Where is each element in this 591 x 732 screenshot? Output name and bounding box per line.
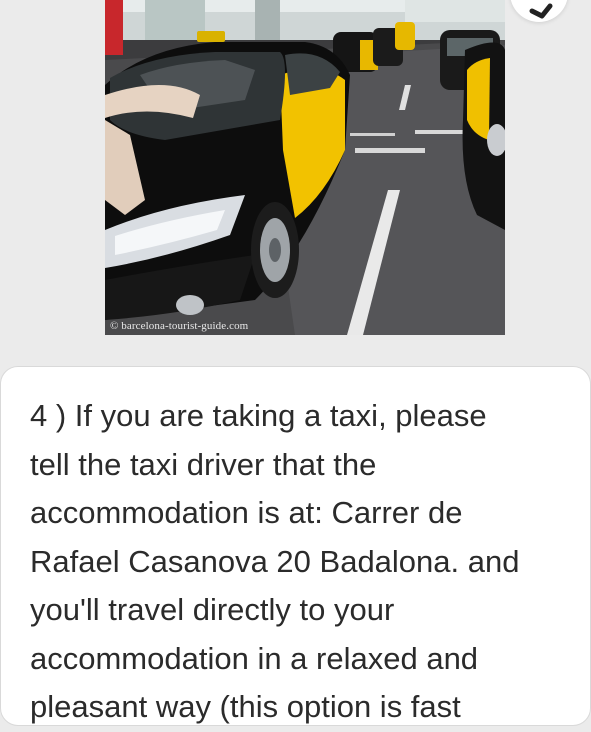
taxi-illustration [105, 0, 505, 335]
message-text: 4 ) If you are taking a taxi, please tel… [30, 398, 520, 724]
top-round-button[interactable] [510, 0, 568, 22]
chevron-icon [529, 3, 553, 19]
taxi-rank-photo[interactable]: © barcelona-tourist-guide.com [105, 0, 505, 335]
photo-watermark: © barcelona-tourist-guide.com [110, 320, 249, 332]
